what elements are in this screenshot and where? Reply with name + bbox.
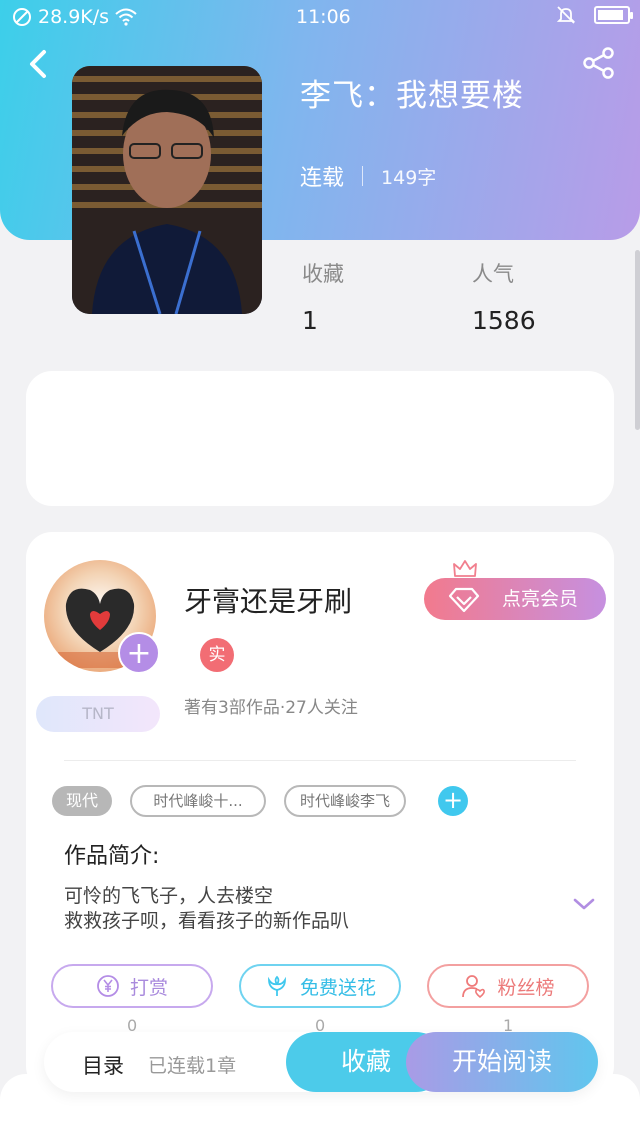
add-tag-button[interactable]: + — [438, 786, 468, 816]
favorites-value: 1 — [302, 306, 318, 335]
free-flower-label: 免费送花 — [299, 976, 376, 999]
tag-item[interactable]: 时代峰峻李飞 — [284, 785, 406, 817]
flower-icon — [268, 975, 286, 996]
popularity-value: 1586 — [472, 306, 536, 335]
share-icon[interactable] — [582, 46, 616, 80]
empty-card — [26, 371, 614, 506]
start-reading-button[interactable]: 开始阅读 — [406, 1032, 598, 1092]
no-sim-icon — [13, 8, 31, 26]
author-summary: 著有3部作品·27人关注 — [184, 698, 358, 718]
scroll-indicator[interactable] — [635, 250, 640, 430]
intro-line: 可怜的飞飞子，人去楼空 — [64, 885, 274, 907]
reward-button[interactable]: 打赏 — [51, 964, 213, 1008]
book-cover-portrait — [72, 66, 262, 314]
genre-tag[interactable]: 现代 — [52, 786, 112, 816]
battery-icon — [594, 6, 633, 24]
popularity-stat: 人气 1586 — [472, 258, 536, 335]
vip-button-label: 点亮会员 — [501, 588, 578, 610]
section-divider — [64, 760, 576, 761]
crown-icon — [453, 560, 477, 577]
chevron-down-icon[interactable] — [572, 896, 596, 912]
favorites-label: 收藏 — [302, 262, 344, 286]
alarm-muted-icon — [556, 6, 576, 24]
book-meta: 连载 149字 — [300, 160, 436, 192]
meta-divider — [362, 166, 364, 186]
fan-rank-label: 粉丝榜 — [497, 976, 555, 999]
clock: 11:06 — [296, 6, 351, 28]
reward-label: 打赏 — [129, 976, 168, 999]
network-speed: 28.9K/s — [38, 6, 110, 28]
book-cover[interactable] — [72, 66, 262, 314]
free-flower-button[interactable]: 免费送花 — [239, 964, 401, 1008]
intro-line: 救救孩子呗，看看孩子的新作品叭 — [64, 910, 350, 932]
book-title: 李飞：我想要楼 — [300, 78, 524, 114]
fan-badge: TNT — [36, 696, 160, 732]
yen-icon — [97, 975, 119, 997]
word-count: 149字 — [381, 166, 437, 189]
popularity-label: 人气 — [472, 262, 514, 286]
wifi-icon — [115, 8, 137, 26]
tag-item[interactable]: 时代峰峻十... — [130, 785, 266, 817]
author-name[interactable]: 牙膏还是牙刷 — [184, 580, 352, 620]
book-status: 连载 — [300, 166, 345, 191]
battery-level — [598, 10, 624, 20]
diamond-icon — [448, 587, 480, 613]
follow-author-button[interactable]: + — [118, 632, 160, 674]
intro-title: 作品简介: — [64, 844, 160, 869]
fan-rank-button[interactable]: 粉丝榜 — [427, 964, 589, 1008]
back-arrow-icon[interactable] — [20, 44, 60, 84]
fan-user-icon — [462, 975, 486, 999]
status-bar: 28.9K/s 11:06 — [0, 0, 640, 34]
catalog-button[interactable]: 目录 — [82, 1050, 124, 1080]
chapter-count: 已连载1章 — [148, 1055, 237, 1077]
favorites-stat: 收藏 1 — [302, 258, 344, 335]
verified-badge: 实 — [200, 638, 234, 672]
